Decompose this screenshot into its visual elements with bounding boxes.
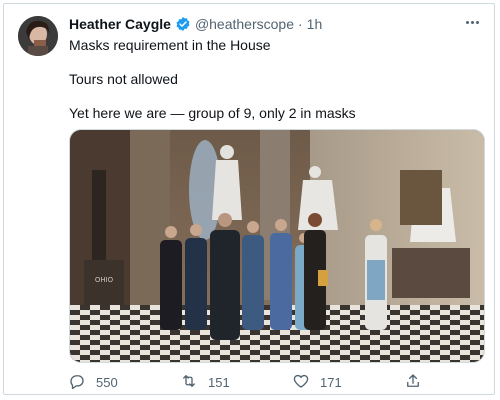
like-button[interactable]: 171 (292, 372, 342, 393)
heart-icon (292, 372, 310, 393)
retweet-count: 151 (208, 375, 230, 390)
author-handle[interactable]: @heatherscope (195, 16, 294, 32)
timestamp[interactable]: 1h (307, 16, 323, 32)
tweet-photo[interactable]: OHIO (69, 129, 485, 363)
like-count: 171 (320, 375, 342, 390)
avatar[interactable] (18, 16, 58, 56)
separator-dot: · (298, 16, 303, 32)
author-name[interactable]: Heather Caygle (69, 16, 171, 32)
reply-count: 550 (96, 375, 118, 390)
tweet-line: Yet here we are — group of 9, only 2 in … (69, 105, 356, 121)
tweet-text: Masks requirement in the House Tours not… (69, 36, 479, 138)
tweet-line: Masks requirement in the House (69, 37, 271, 53)
share-button[interactable] (404, 372, 422, 393)
reply-button[interactable]: 550 (68, 372, 118, 393)
ellipsis-icon (465, 20, 469, 24)
ellipsis-icon (470, 20, 474, 24)
retweet-arrows-icon (180, 372, 198, 393)
speech-bubble-icon (68, 372, 86, 393)
upload-arrow-icon (404, 372, 422, 393)
retweet-button[interactable]: 151 (180, 372, 230, 393)
more-options-button[interactable] (462, 14, 482, 30)
tweet-actions: 550 151 171 (68, 372, 428, 392)
tweet-header: Heather Caygle @heatherscope · 1h (69, 16, 322, 32)
tweet-card[interactable]: Heather Caygle @heatherscope · 1h Masks … (3, 3, 495, 395)
tweet-line: Tours not allowed (69, 71, 178, 87)
ellipsis-icon (475, 20, 479, 24)
verified-badge-icon (175, 16, 191, 32)
pedestal-inscription: OHIO (95, 276, 114, 284)
